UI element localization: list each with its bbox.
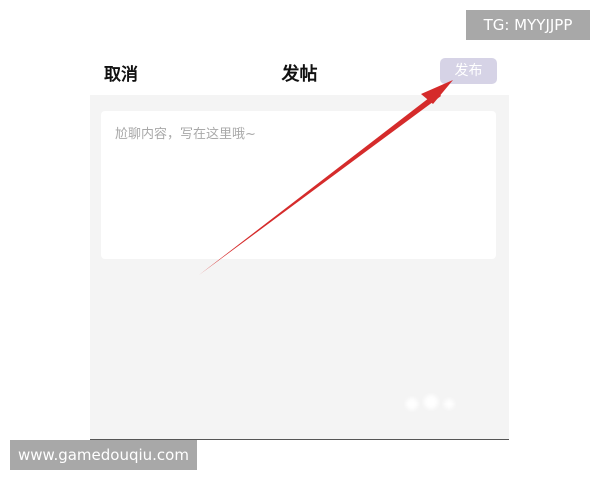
blur-dot bbox=[424, 395, 438, 409]
page: 取消 发帖 发布 TG: MYYJJPP www.gamedouqiu.com bbox=[0, 0, 600, 480]
compose-body bbox=[90, 95, 509, 439]
post-compose-screen: 取消 发帖 发布 bbox=[90, 50, 509, 440]
telegram-watermark: TG: MYYJJPP bbox=[466, 10, 590, 40]
publish-button[interactable]: 发布 bbox=[440, 58, 497, 84]
site-watermark: www.gamedouqiu.com bbox=[10, 440, 197, 470]
top-nav-bar: 取消 发帖 发布 bbox=[90, 50, 509, 95]
text-card bbox=[101, 111, 496, 259]
blur-dot bbox=[444, 399, 454, 409]
blurred-decoration bbox=[400, 390, 470, 420]
blur-dot bbox=[406, 398, 418, 410]
post-content-input[interactable] bbox=[101, 111, 496, 259]
